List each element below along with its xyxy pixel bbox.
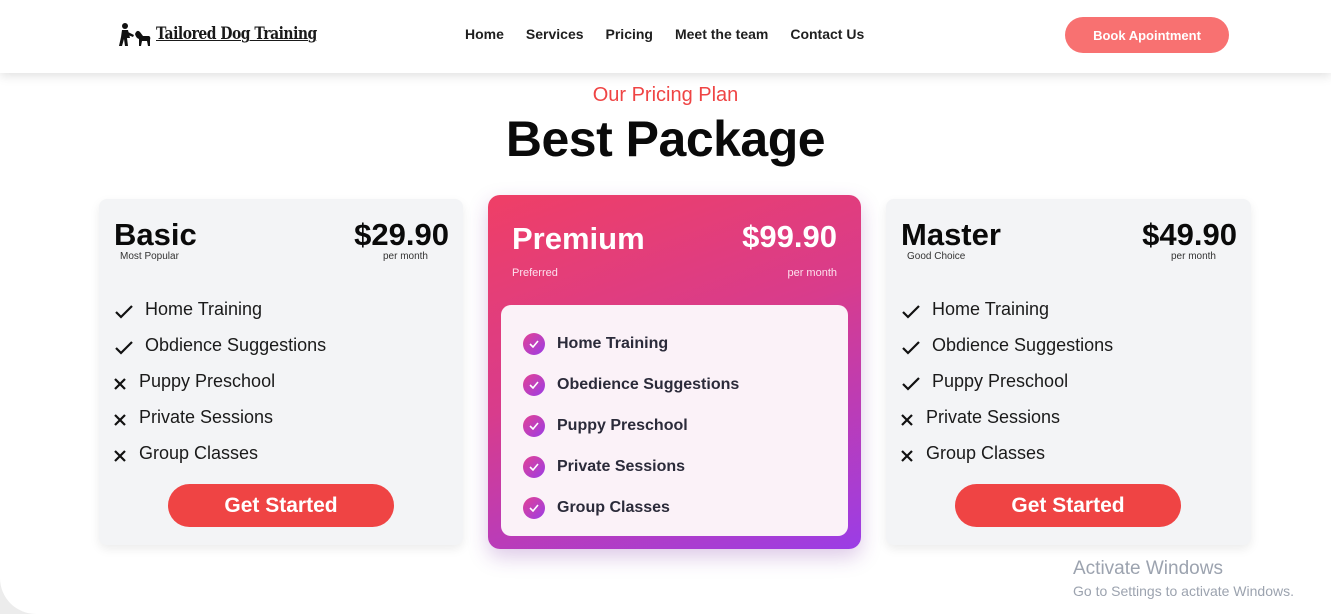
get-started-button[interactable]: Get Started xyxy=(168,484,394,527)
feature-item: Home Training xyxy=(523,323,739,364)
plan-name: Master xyxy=(901,217,1001,252)
plan-tag: Preferred xyxy=(512,267,558,279)
feature-label: Obdience Suggestions xyxy=(932,334,1114,355)
nav-contact-us[interactable]: Contact Us xyxy=(790,26,864,42)
check-icon xyxy=(900,301,922,323)
check-icon xyxy=(900,373,922,395)
check-circle-icon xyxy=(523,414,545,437)
nav-pricing[interactable]: Pricing xyxy=(606,26,653,42)
feature-label: Home Training xyxy=(932,298,1050,319)
site-header: Tailored Dog Training Home Services Pric… xyxy=(0,0,1331,73)
plan-name: Basic xyxy=(114,217,197,252)
logo-text: Tailored Dog Training xyxy=(156,24,317,44)
feature-item: Home Training xyxy=(900,291,1113,327)
page: Tailored Dog Training Home Services Pric… xyxy=(0,0,1331,614)
feature-label: Group Classes xyxy=(139,442,259,463)
check-icon xyxy=(113,337,135,359)
plan-period: per month xyxy=(787,267,837,279)
book-appointment-button[interactable]: Book Apointment xyxy=(1065,17,1229,53)
plan-card-master: Master Good Choice $49.90 per month Home… xyxy=(886,199,1251,545)
feature-item: Group Classes xyxy=(900,435,1113,471)
check-icon xyxy=(113,301,135,323)
feature-item: Puppy Preschool xyxy=(113,363,326,399)
dog-trainer-logo-icon xyxy=(119,23,151,46)
feature-item: Puppy Preschool xyxy=(523,405,739,446)
plan-card-basic: Basic Most Popular $29.90 per month Home… xyxy=(99,199,463,545)
feature-item: Obdience Suggestions xyxy=(113,327,326,363)
feature-label: Home Training xyxy=(145,298,263,319)
feature-label: Private Sessions xyxy=(557,457,686,475)
feature-item: Private Sessions xyxy=(113,399,326,435)
windows-activation-watermark: Activate Windows Go to Settings to activ… xyxy=(1073,558,1294,599)
plan-tag: Good Choice xyxy=(907,251,966,262)
feature-list: Home Training Obdience Suggestions Puppy… xyxy=(113,291,326,471)
feature-item: Group Classes xyxy=(113,435,326,471)
main-nav: Home Services Pricing Meet the team Cont… xyxy=(465,26,886,42)
watermark-subtitle: Go to Settings to activate Windows. xyxy=(1073,583,1294,599)
feature-item: Obedience Suggestions xyxy=(523,364,739,405)
plan-price: $99.90 xyxy=(742,219,837,254)
feature-list: Home Training Obdience Suggestions Puppy… xyxy=(900,291,1113,471)
feature-item: Private Sessions xyxy=(900,399,1113,435)
feature-item: Obdience Suggestions xyxy=(900,327,1113,363)
feature-label: Puppy Preschool xyxy=(557,416,688,434)
feature-label: Puppy Preschool xyxy=(139,370,276,391)
feature-label: Home Training xyxy=(557,334,669,352)
plan-card-premium: Premium Preferred $99.90 per month Home … xyxy=(488,195,861,549)
feature-item: Home Training xyxy=(113,291,326,327)
feature-item: Private Sessions xyxy=(523,446,739,487)
nav-home[interactable]: Home xyxy=(465,26,504,42)
section-subtitle: Our Pricing Plan xyxy=(592,84,739,106)
plan-price: $49.90 xyxy=(1142,217,1237,252)
feature-item: Group Classes xyxy=(523,487,739,528)
plan-tag: Most Popular xyxy=(120,251,179,262)
feature-label: Private Sessions xyxy=(926,406,1061,427)
check-circle-icon xyxy=(523,332,545,355)
feature-label: Obedience Suggestions xyxy=(557,375,740,393)
plan-name: Premium xyxy=(512,221,645,256)
feature-label: Group Classes xyxy=(926,442,1046,463)
cross-icon xyxy=(113,445,127,467)
feature-label: Group Classes xyxy=(557,498,670,516)
feature-label: Puppy Preschool xyxy=(932,370,1069,391)
plan-period: per month xyxy=(1170,251,1216,262)
check-circle-icon xyxy=(523,496,545,519)
plan-price: $29.90 xyxy=(354,217,449,252)
nav-services[interactable]: Services xyxy=(526,26,584,42)
cross-icon xyxy=(113,373,127,395)
watermark-title: Activate Windows xyxy=(1073,558,1223,579)
feature-label: Private Sessions xyxy=(139,406,274,427)
feature-list: Home Training Obedience Suggestions Pupp… xyxy=(523,323,739,528)
plan-period: per month xyxy=(382,251,428,262)
check-circle-icon xyxy=(523,455,545,478)
feature-label: Obdience Suggestions xyxy=(145,334,327,355)
check-icon xyxy=(900,337,922,359)
logo[interactable]: Tailored Dog Training xyxy=(118,18,352,50)
cross-icon xyxy=(900,409,914,431)
section-title: Best Package xyxy=(505,111,826,167)
cross-icon xyxy=(113,409,127,431)
get-started-button[interactable]: Get Started xyxy=(955,484,1181,527)
feature-item: Puppy Preschool xyxy=(900,363,1113,399)
premium-feature-panel: Home Training Obedience Suggestions Pupp… xyxy=(501,305,848,536)
check-circle-icon xyxy=(523,373,545,396)
nav-meet-the-team[interactable]: Meet the team xyxy=(675,26,768,42)
cross-icon xyxy=(900,445,914,467)
